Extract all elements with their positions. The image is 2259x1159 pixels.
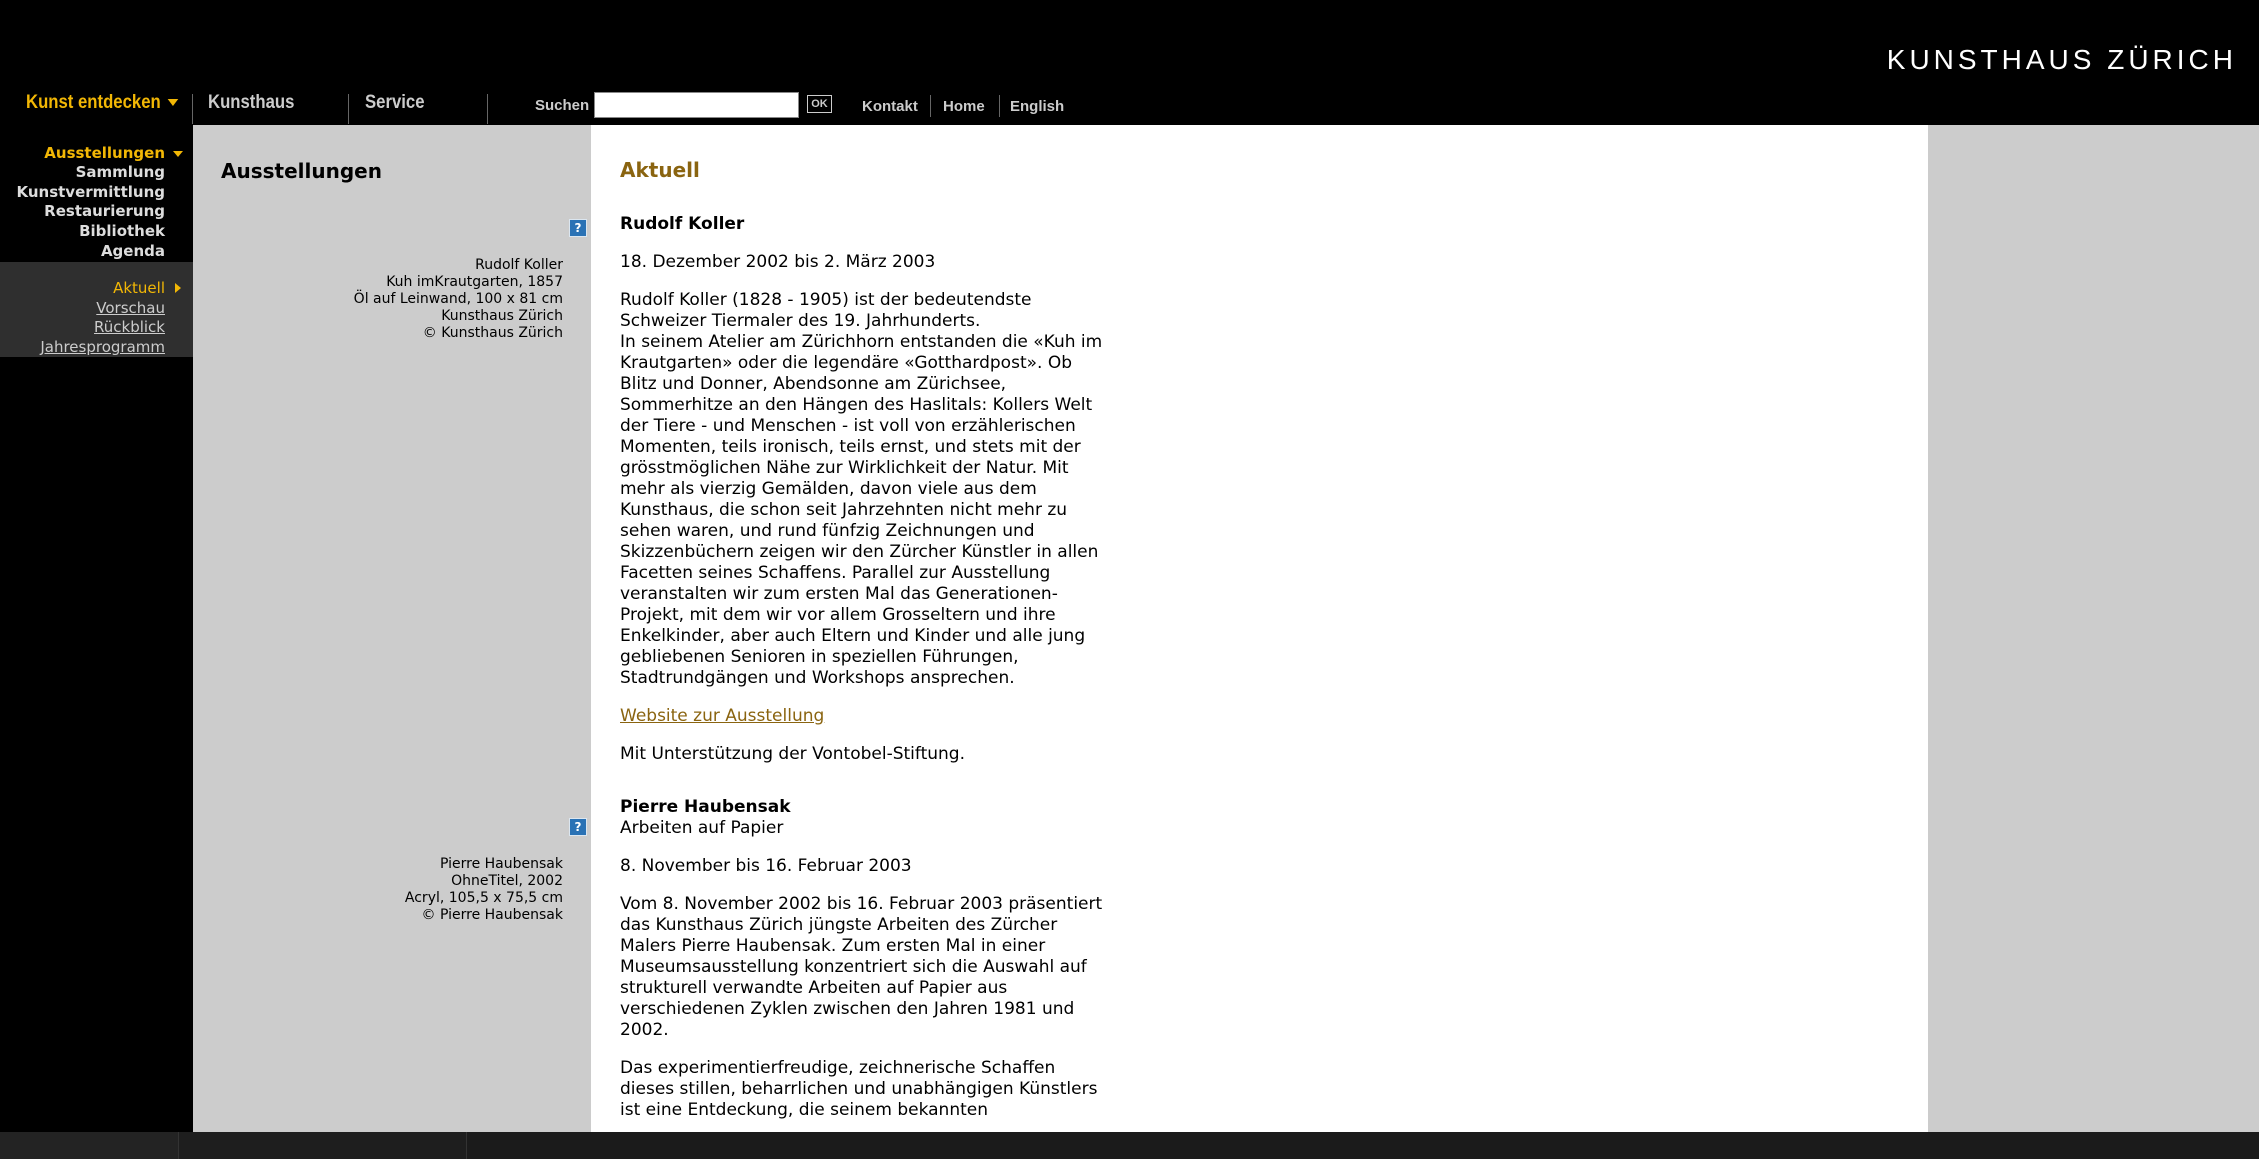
sidebar-item-label: Ausstellungen	[44, 144, 165, 162]
caption-line: Acryl, 105,5 x 75,5 cm	[404, 890, 563, 906]
sidebar-item-restaurierung[interactable]: Restaurierung	[44, 202, 165, 220]
exhibition-website-link[interactable]: Website zur Ausstellung	[620, 706, 824, 726]
caption-line: Kunsthaus Zürich	[441, 308, 563, 324]
chevron-down-icon	[173, 151, 183, 157]
exhibition-list: Aktuell Rudolf Koller 18. Dezember 2002 …	[620, 158, 1110, 1121]
exhibition-title: Rudolf Koller	[620, 214, 745, 234]
sidebar-item-ausstellungen[interactable]: Ausstellungen	[44, 144, 183, 162]
caption-line: Öl auf Leinwand, 100 x 81 cm	[353, 291, 563, 307]
caption-line: Rudolf Koller	[475, 257, 563, 273]
caption-line: Kuh imKrautgarten, 1857	[386, 274, 563, 290]
page-title: Ausstellungen	[221, 159, 382, 183]
help-icon[interactable]: ?	[569, 219, 587, 237]
exhibition-koller: Rudolf Koller 18. Dezember 2002 bis 2. M…	[620, 214, 1110, 765]
sidebar: Ausstellungen Sammlung Kunstvermittlung …	[0, 125, 193, 1132]
nav-kunst-entdecken[interactable]: Kunst entdecken	[26, 92, 179, 114]
subnav-item-vorschau[interactable]: Vorschau	[96, 299, 165, 317]
site-header: KUNSTHAUS ZÜRICH Kunst entdecken Kunstha…	[0, 0, 2259, 125]
image-caption-koller: Rudolf Koller Kuh imKrautgarten, 1857 Öl…	[354, 257, 563, 342]
link-divider	[930, 95, 931, 117]
sidebar-subnav: Aktuell Vorschau Rückblick Jahresprogram…	[0, 262, 193, 357]
search-ok-button[interactable]: OK	[807, 95, 832, 113]
help-icon[interactable]: ?	[569, 818, 587, 836]
exhibition-haubensak: Pierre Haubensak Arbeiten auf Papier 8. …	[620, 797, 1110, 1121]
exhibition-subtitle: Arbeiten auf Papier	[620, 818, 784, 838]
exhibition-title: Pierre Haubensak	[620, 797, 791, 817]
link-english[interactable]: English	[1010, 98, 1064, 115]
search-label: Suchen	[535, 97, 590, 114]
search-input[interactable]	[594, 92, 799, 118]
nav-divider	[348, 94, 349, 124]
link-home[interactable]: Home	[943, 98, 985, 115]
bottom-strip	[0, 1132, 2259, 1159]
exhibition-sponsor: Mit Unterstützung der Vontobel-Stiftung.	[620, 744, 965, 764]
subnav-item-aktuell[interactable]: Aktuell	[113, 279, 181, 297]
sidebar-item-kunstvermittlung[interactable]: Kunstvermittlung	[16, 183, 165, 201]
caption-line: OhneTitel, 2002	[451, 873, 563, 889]
subnav-item-jahresprogramm[interactable]: Jahresprogramm	[40, 338, 165, 356]
main-content: Aktuell Rudolf Koller 18. Dezember 2002 …	[591, 125, 1928, 1132]
chevron-down-icon	[167, 99, 179, 107]
nav-divider	[192, 94, 193, 124]
nav-service[interactable]: Service	[365, 92, 425, 114]
image-caption-haubensak: Pierre Haubensak OhneTitel, 2002 Acryl, …	[405, 856, 563, 924]
right-margin-column	[1928, 125, 2259, 1132]
nav-label: Kunst entdecken	[26, 92, 161, 113]
section-title: Aktuell	[620, 158, 700, 182]
nav-divider	[487, 94, 488, 124]
exhibition-dates: 18. Dezember 2002 bis 2. März 2003	[620, 252, 936, 272]
subnav-item-label: Aktuell	[113, 279, 165, 297]
caption-line: Pierre Haubensak	[440, 856, 563, 872]
link-kontakt[interactable]: Kontakt	[862, 98, 918, 115]
exhibition-description: Das experimentierfreudige, zeichnerische…	[620, 1058, 1098, 1120]
bottom-strip-segment	[0, 1132, 178, 1159]
exhibition-dates: 8. November bis 16. Februar 2003	[620, 856, 912, 876]
exhibition-description: Vom 8. November 2002 bis 16. Februar 200…	[620, 894, 1103, 1040]
sidebar-item-agenda[interactable]: Agenda	[101, 242, 165, 260]
image-column: Ausstellungen ? Rudolf Koller Kuh imKrau…	[193, 125, 591, 1132]
chevron-right-icon	[175, 283, 181, 293]
caption-line: © Pierre Haubensak	[421, 907, 563, 923]
sidebar-item-bibliothek[interactable]: Bibliothek	[79, 222, 165, 240]
nav-kunsthaus[interactable]: Kunsthaus	[208, 92, 294, 114]
exhibition-description: Rudolf Koller (1828 - 1905) ist der bede…	[620, 290, 1103, 688]
caption-line: © Kunsthaus Zürich	[422, 325, 563, 341]
link-divider	[999, 95, 1000, 117]
sidebar-item-sammlung[interactable]: Sammlung	[76, 163, 165, 181]
subnav-item-rueckblick[interactable]: Rückblick	[94, 318, 165, 336]
site-logo[interactable]: KUNSTHAUS ZÜRICH	[1887, 44, 2237, 76]
bottom-strip-segment	[178, 1132, 467, 1159]
